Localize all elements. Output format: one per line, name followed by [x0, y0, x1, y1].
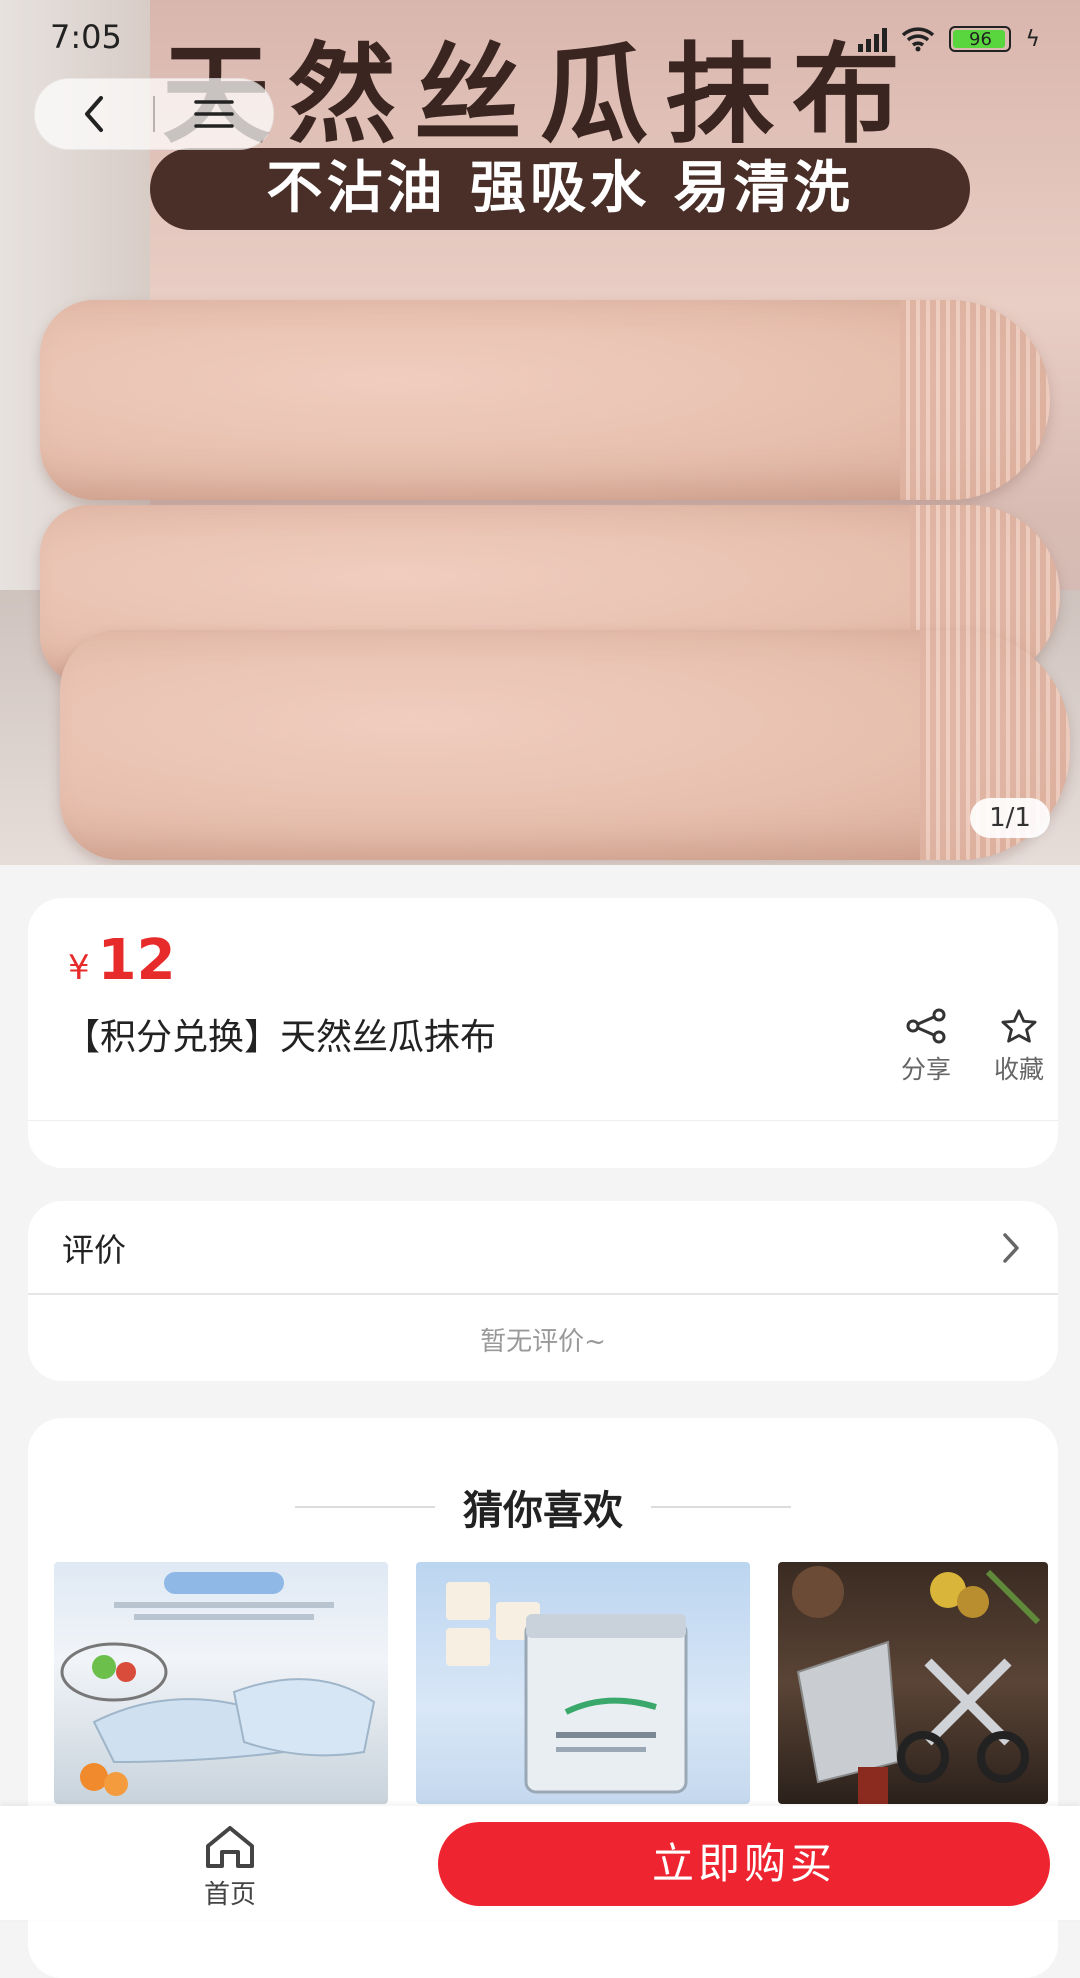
price-value: 12 — [97, 928, 176, 993]
bottom-action-bar: 首页 立即购买 — [0, 1806, 1080, 1920]
recommended-product-cream[interactable] — [416, 1562, 750, 1804]
product-info-card: ¥ 12 【积分兑换】天然丝瓜抹布 分享 收藏 — [28, 898, 1058, 1168]
image-pagination-indicator: 1/1 — [970, 798, 1050, 838]
share-icon — [906, 1008, 946, 1044]
reviews-card: 评价 暂无评价~ — [28, 1201, 1058, 1381]
product-title: 【积分兑换】天然丝瓜抹布 — [64, 1017, 497, 1058]
home-tab[interactable]: 首页 — [190, 1824, 270, 1911]
recommended-product-knife[interactable] — [778, 1562, 1048, 1804]
card-divider — [28, 1120, 1058, 1121]
cleansing-cream-jar-image — [446, 1582, 688, 1794]
header-line-right — [651, 1506, 791, 1508]
home-label: 首页 — [203, 1880, 256, 1910]
nav-capsule — [34, 78, 274, 150]
battery-icon: 96 — [949, 26, 1012, 52]
share-button[interactable]: 分享 — [881, 1008, 971, 1086]
hero-banner-text: 不沾油 强吸水 易清洗 — [150, 148, 970, 230]
favorite-button[interactable]: 收藏 — [974, 1008, 1064, 1086]
header-line-left — [295, 1506, 435, 1508]
buy-now-button[interactable]: 立即购买 — [438, 1822, 1050, 1906]
recommendations-heading: 猜你喜欢 — [463, 1488, 623, 1534]
star-icon — [1001, 1009, 1037, 1043]
battery-level: 96 — [969, 28, 992, 50]
status-time: 7:05 — [50, 18, 122, 56]
reviews-divider — [28, 1293, 1058, 1295]
reviews-heading[interactable]: 评价 — [62, 1225, 126, 1271]
recommendations-header: 猜你喜欢 — [28, 1478, 1058, 1536]
reviews-empty-text: 暂无评价~ — [480, 1327, 606, 1357]
cloth-image-top — [40, 300, 1050, 500]
currency-symbol: ¥ — [68, 948, 90, 988]
signal-icon — [858, 26, 888, 52]
share-label: 分享 — [900, 1055, 951, 1084]
back-button[interactable] — [35, 79, 153, 149]
chevron-right-icon[interactable] — [1000, 1231, 1022, 1265]
menu-icon — [194, 100, 234, 128]
cloth-image-bottom — [60, 630, 1070, 860]
menu-button[interactable] — [155, 79, 273, 149]
status-bar: 7:05 96 ϟ — [0, 0, 1080, 80]
rubber-gloves-image — [60, 1572, 376, 1796]
status-icons: 96 ϟ — [858, 24, 1040, 54]
knife-scissors-image — [792, 1566, 1041, 1804]
favorite-label: 收藏 — [993, 1055, 1044, 1084]
recommended-product-gloves[interactable] — [54, 1562, 388, 1804]
home-icon — [206, 1826, 254, 1868]
price: ¥ 12 — [68, 928, 176, 993]
charging-icon: ϟ — [1025, 26, 1040, 52]
chevron-left-icon — [85, 96, 103, 132]
wifi-icon — [902, 27, 935, 52]
